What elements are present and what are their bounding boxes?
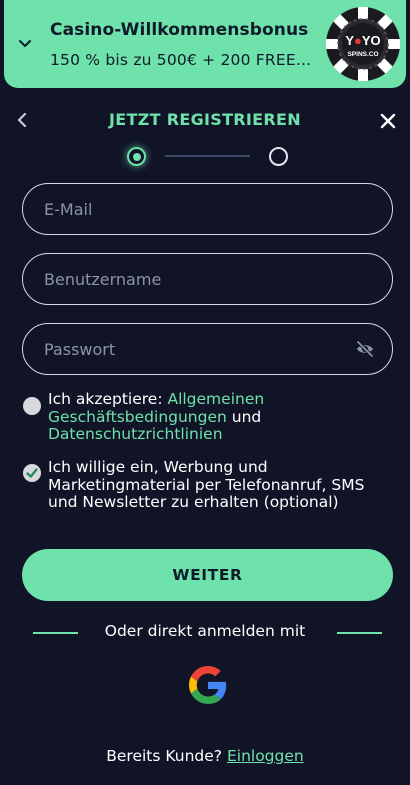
- password-field[interactable]: [23, 324, 392, 374]
- page-title: JETZT REGISTRIEREN: [109, 110, 301, 129]
- chevron-down-icon[interactable]: [18, 38, 32, 50]
- bonus-banner[interactable]: Casino-Willkommensbonus 150 % bis zu 500…: [4, 0, 406, 88]
- divider-line-right: [337, 632, 382, 634]
- privacy-link[interactable]: Datenschutzrichtlinien: [48, 425, 223, 443]
- username-field[interactable]: [23, 254, 392, 304]
- step-connector: [165, 155, 250, 157]
- bonus-subtitle: 150 % bis zu 500€ + 200 FREE...: [50, 51, 312, 69]
- eye-off-icon[interactable]: [355, 339, 375, 359]
- close-icon[interactable]: [380, 113, 396, 129]
- terms-middle: und: [226, 407, 262, 426]
- step-2-indicator: [269, 147, 288, 166]
- registration-page: Casino-Willkommensbonus 150 % bis zu 500…: [0, 0, 410, 785]
- login-prompt-text: Bereits Kunde?: [106, 747, 227, 765]
- login-link[interactable]: Einloggen: [227, 747, 304, 765]
- continue-button[interactable]: WEITER: [22, 549, 393, 601]
- social-login-divider-text: Oder direkt anmelden mit: [104, 622, 306, 640]
- marketing-consent-text: Ich willige ein, Werbung und Marketingma…: [48, 458, 365, 511]
- casino-chip-logo: Y●YO SPINS.CO: [326, 7, 400, 81]
- svg-text:SPINS.CO: SPINS.CO: [347, 51, 378, 58]
- email-field-wrapper: [22, 183, 393, 235]
- login-prompt: Bereits Kunde? Einloggen: [0, 747, 410, 765]
- check-icon: [26, 468, 38, 478]
- username-field-wrapper: [22, 253, 393, 305]
- terms-checkbox[interactable]: [23, 397, 41, 415]
- bonus-title: Casino-Willkommensbonus: [50, 20, 309, 40]
- google-icon[interactable]: [189, 666, 227, 704]
- email-field[interactable]: [23, 184, 392, 234]
- terms-consent-text: Ich akzeptiere: Allgemeinen Geschäftsbed…: [48, 390, 393, 444]
- step-1-indicator: [127, 147, 146, 166]
- password-field-wrapper: [22, 323, 393, 375]
- marketing-checkbox[interactable]: [23, 464, 41, 482]
- svg-text:Y●YO: Y●YO: [345, 33, 380, 48]
- terms-prefix: Ich akzeptiere:: [48, 390, 168, 408]
